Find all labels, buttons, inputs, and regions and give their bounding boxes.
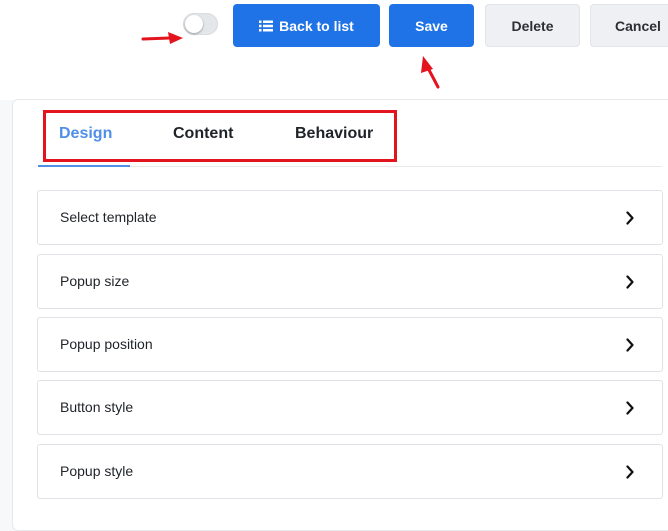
section-label: Button style — [60, 399, 134, 415]
section-label: Popup style — [60, 463, 134, 479]
section-popup-size[interactable]: Popup size — [37, 254, 663, 309]
cancel-label: Cancel — [615, 17, 661, 34]
save-label: Save — [415, 17, 448, 34]
section-popup-style[interactable]: Popup style — [37, 444, 663, 499]
chevron-right-icon — [626, 465, 634, 479]
section-label: Popup size — [60, 273, 130, 289]
delete-label: Delete — [511, 17, 554, 34]
back-to-list-button[interactable]: Back to list — [233, 4, 380, 47]
delete-button[interactable]: Delete — [485, 4, 580, 47]
chevron-right-icon — [626, 275, 634, 289]
toggle-knob[interactable] — [185, 15, 203, 33]
section-label: Select template — [60, 209, 157, 225]
tabs-highlight — [43, 110, 397, 162]
section-popup-position[interactable]: Popup position — [37, 317, 663, 372]
cancel-button[interactable]: Cancel — [590, 4, 668, 47]
tab-divider — [38, 166, 662, 167]
section-select-template[interactable]: Select template — [37, 190, 663, 245]
active-tab-indicator — [38, 165, 130, 167]
save-button[interactable]: Save — [389, 4, 474, 47]
section-button-style[interactable]: Button style — [37, 380, 663, 435]
chevron-right-icon — [626, 338, 634, 352]
chevron-right-icon — [626, 211, 634, 225]
status-toggle[interactable] — [183, 13, 218, 35]
chevron-right-icon — [626, 401, 634, 415]
back-to-list-label: Back to list — [279, 17, 354, 34]
list-icon — [259, 20, 274, 32]
section-label: Popup position — [60, 336, 153, 352]
